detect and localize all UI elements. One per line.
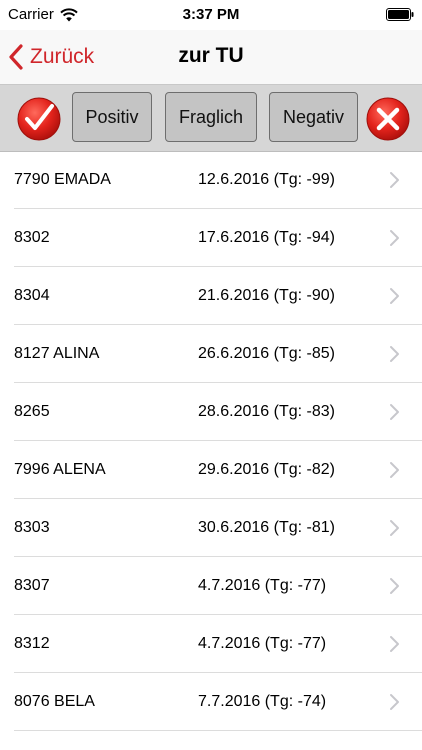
list-item[interactable]: 8076 BELA 7.7.2016 (Tg: -74) [0,673,422,731]
item-date: 28.6.2016 (Tg: -83) [198,403,335,420]
item-name: 7996 ALENA [14,461,106,478]
item-date: 26.6.2016 (Tg: -85) [198,345,335,362]
fraglich-button[interactable]: Fraglich [165,92,257,142]
list-item[interactable]: 8303 30.6.2016 (Tg: -81) [0,499,422,557]
item-name: 8265 [14,403,50,420]
back-button[interactable]: Zurück [8,40,94,74]
chevron-right-icon [390,404,399,420]
item-date: 4.7.2016 (Tg: -77) [198,577,327,594]
item-date: 7.7.2016 (Tg: -74) [198,693,327,710]
item-name: 8302 [14,229,50,246]
chevron-right-icon [390,578,399,594]
positiv-button[interactable]: Positiv [72,92,152,142]
item-name: 8304 [14,287,50,304]
filter-toolbar: Positiv Fraglich Negativ [0,85,422,152]
list-item[interactable]: 8302 17.6.2016 (Tg: -94) [0,209,422,267]
item-date: 17.6.2016 (Tg: -94) [198,229,335,246]
chevron-right-icon [390,520,399,536]
close-icon[interactable] [366,97,410,141]
list-item[interactable]: 8312 4.7.2016 (Tg: -77) [0,615,422,673]
item-date: 29.6.2016 (Tg: -82) [198,461,335,478]
chevron-right-icon [390,636,399,652]
item-name: 8303 [14,519,50,536]
item-name: 7790 EMADA [14,171,111,188]
item-name: 8076 BELA [14,693,95,710]
chevron-right-icon [390,172,399,188]
navigation-bar: Zurück zur TU [0,30,422,85]
item-date: 21.6.2016 (Tg: -90) [198,287,335,304]
item-name: 8312 [14,635,50,652]
negativ-button[interactable]: Negativ [269,92,358,142]
list-item[interactable]: 7790 EMADA 12.6.2016 (Tg: -99) [0,151,422,209]
list-item[interactable]: 8265 28.6.2016 (Tg: -83) [0,383,422,441]
list-item[interactable]: 7996 ALENA 29.6.2016 (Tg: -82) [0,441,422,499]
chevron-right-icon [390,230,399,246]
battery-icon [386,8,414,21]
item-date: 30.6.2016 (Tg: -81) [198,519,335,536]
chevron-right-icon [390,346,399,362]
item-date: 12.6.2016 (Tg: -99) [198,171,335,188]
list-item[interactable]: 8307 4.7.2016 (Tg: -77) [0,557,422,615]
checkmark-icon[interactable] [17,97,61,141]
item-name: 8307 [14,577,50,594]
chevron-right-icon [390,694,399,710]
back-label: Zurück [30,45,95,68]
list-item[interactable]: 8304 21.6.2016 (Tg: -90) [0,267,422,325]
item-name: 8127 ALINA [14,345,100,362]
list-item[interactable]: 8127 ALINA 26.6.2016 (Tg: -85) [0,325,422,383]
item-date: 4.7.2016 (Tg: -77) [198,635,327,652]
status-bar: Carrier 3:37 PM [0,0,422,30]
chevron-right-icon [390,462,399,478]
chevron-left-icon [9,44,23,70]
status-time: 3:37 PM [182,6,240,23]
chevron-right-icon [390,288,399,304]
animal-list: 7790 EMADA 12.6.2016 (Tg: -99) 8302 17.6… [0,151,422,731]
